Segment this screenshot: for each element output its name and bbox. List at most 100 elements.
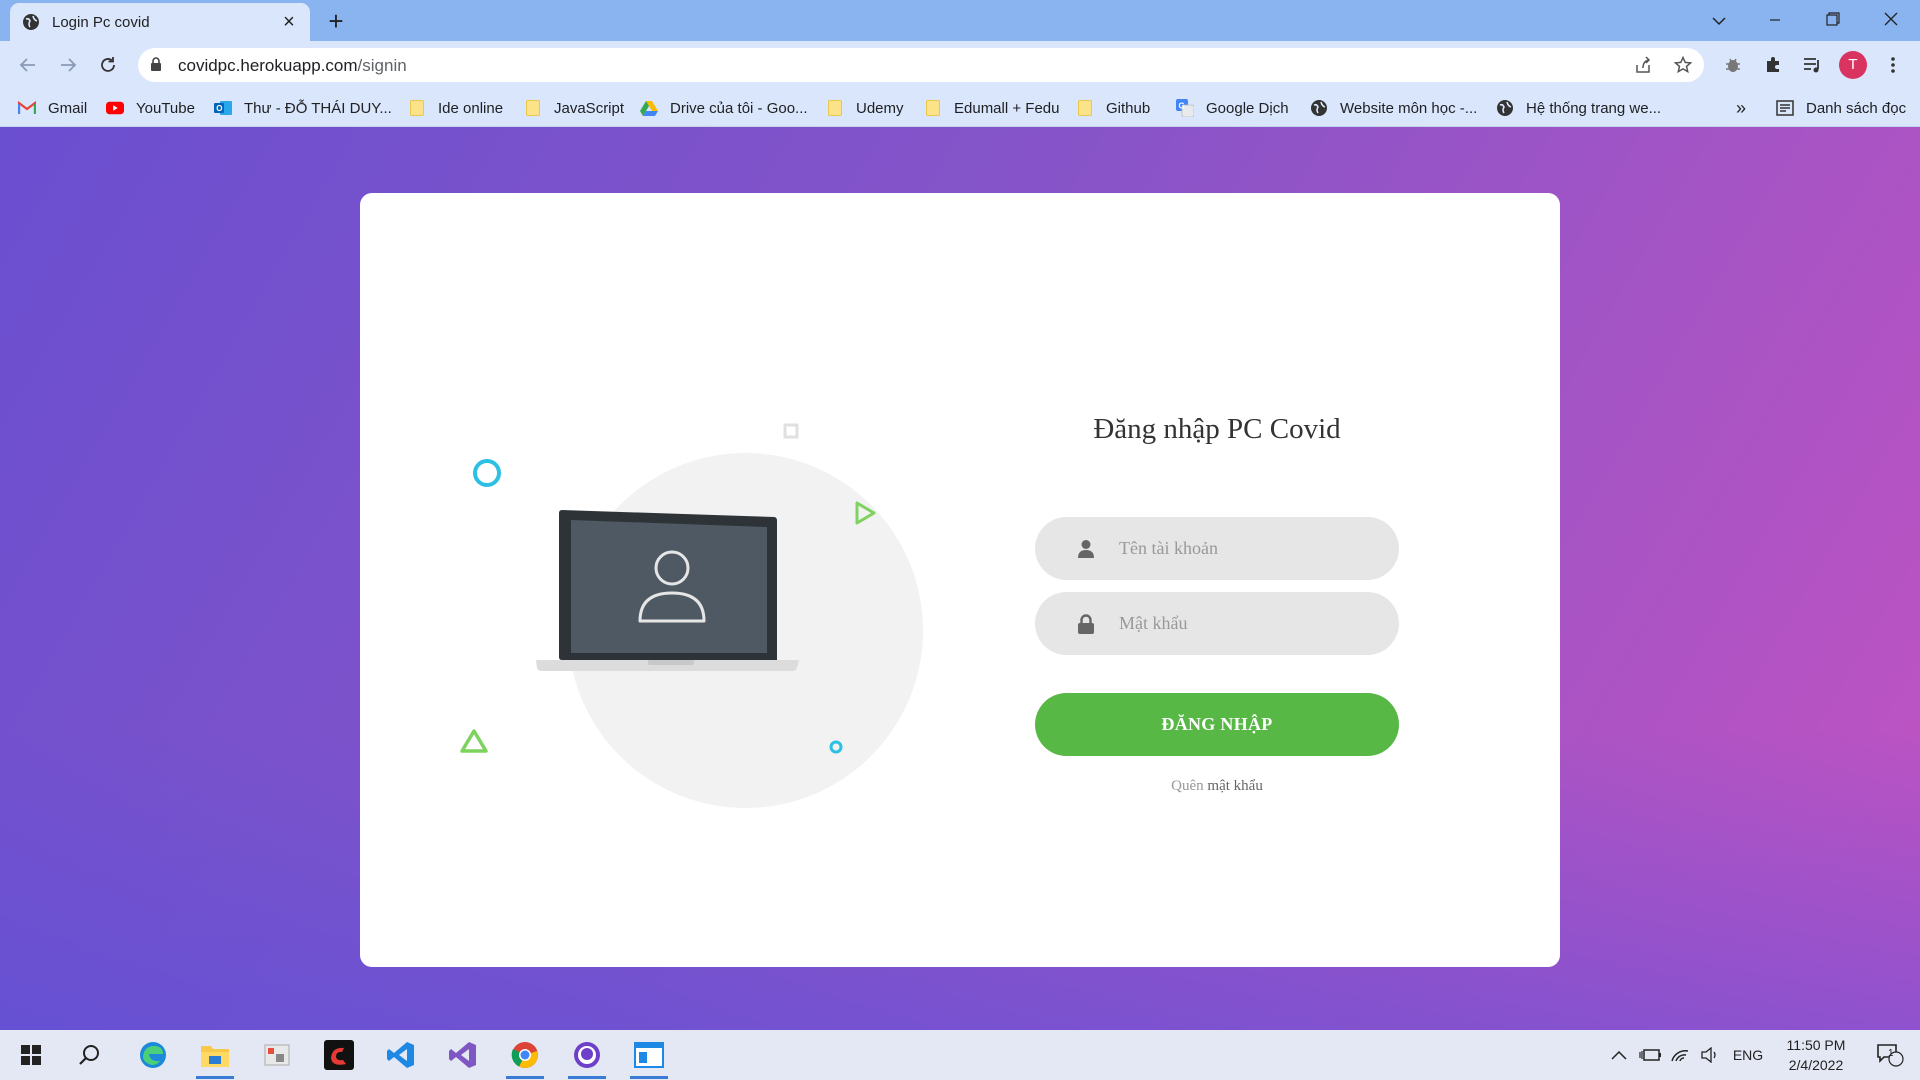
url-path: /signin [357, 56, 407, 75]
forgot-prefix: Quên [1171, 778, 1204, 794]
notification-center-icon[interactable]: 1 [1870, 1030, 1910, 1080]
reading-list-button[interactable]: Danh sách đọc [1776, 95, 1906, 121]
bookmark-label: Udemy [856, 99, 904, 117]
chrome-icon[interactable] [500, 1030, 550, 1080]
folder-icon [1076, 99, 1094, 117]
forgot-password-link[interactable]: mật khẩu [1207, 778, 1262, 794]
share-icon[interactable] [1633, 55, 1653, 75]
wifi-icon[interactable] [1666, 1030, 1694, 1080]
svg-text:G: G [1179, 102, 1185, 111]
bookmark-label: Github [1106, 99, 1151, 117]
drive-icon [640, 99, 658, 117]
clock-time: 11:50 PM [1786, 1037, 1846, 1053]
tray-chevron-up-icon[interactable] [1604, 1030, 1634, 1080]
bookmark-label: Thư - ĐỖ THÁI DUY... [244, 99, 392, 117]
visual-studio-icon[interactable] [438, 1030, 488, 1080]
reload-icon[interactable] [94, 51, 122, 79]
vscode-icon[interactable] [376, 1030, 426, 1080]
browser-toolbar: covidpc.herokuapp.com/signin T [0, 41, 1920, 89]
username-field[interactable] [1035, 517, 1399, 580]
folder-icon [826, 99, 844, 117]
login-card: Đăng nhập PC Covid ĐĂNG NHẬP Quên mật kh… [360, 193, 1560, 967]
page-background: Đăng nhập PC Covid ĐĂNG NHẬP Quên mật kh… [0, 127, 1920, 1030]
bookmark-label: Edumall + Fedu [954, 99, 1060, 117]
app-window-icon[interactable] [624, 1030, 674, 1080]
browser-tab[interactable]: Login Pc covid × [10, 3, 310, 41]
bookmark-ide-online[interactable]: Ide online [408, 95, 503, 121]
clock-date: 2/4/2022 [1788, 1057, 1844, 1073]
tab-search-chevron-icon[interactable] [1696, 6, 1742, 34]
bookmark-github[interactable]: Github [1076, 95, 1150, 121]
profile-avatar[interactable]: T [1839, 51, 1867, 79]
forgot-password: Quên mật khẩu [1035, 778, 1399, 795]
menu-kebab-icon[interactable] [1880, 52, 1906, 78]
reading-list-icon [1776, 99, 1794, 117]
bookmark-label: Drive của tôi - Goo... [670, 99, 808, 117]
address-bar[interactable]: covidpc.herokuapp.com/signin [138, 48, 1704, 82]
restore-button[interactable] [1810, 6, 1856, 34]
password-input[interactable] [1119, 592, 1379, 655]
username-input[interactable] [1119, 517, 1379, 580]
windows-taskbar: ENG 11:50 PM 2/4/2022 1 [0, 1030, 1920, 1080]
bookmark-gmail[interactable]: Gmail [18, 95, 87, 121]
bookmark-star-icon[interactable] [1673, 55, 1693, 75]
tab-title: Login Pc covid [52, 13, 150, 31]
file-explorer-icon[interactable] [190, 1030, 240, 1080]
language-indicator[interactable]: ENG [1728, 1030, 1768, 1080]
bookmark-udemy[interactable]: Udemy [826, 95, 904, 121]
browser-titlebar: Login Pc covid × + [0, 0, 1920, 41]
close-icon[interactable]: × [280, 12, 298, 32]
extension-bug-icon[interactable] [1720, 52, 1746, 78]
window-close-button[interactable] [1868, 6, 1914, 34]
battery-icon[interactable] [1636, 1030, 1664, 1080]
back-icon[interactable] [14, 51, 42, 79]
bookmark-google-translate[interactable]: G Google Dịch [1176, 95, 1289, 121]
reading-list-label: Danh sách đọc [1806, 99, 1907, 117]
bookmark-edumall[interactable]: Edumall + Fedu [924, 95, 1059, 121]
start-windows-icon[interactable] [6, 1030, 56, 1080]
login-form: Đăng nhập PC Covid ĐĂNG NHẬP Quên mật kh… [1035, 413, 1399, 795]
bookmark-label: Gmail [48, 99, 88, 117]
bookmark-he-thong[interactable]: Hệ thống trang we... [1496, 95, 1661, 121]
bookmark-label: JavaScript [554, 99, 625, 117]
bookmark-label: Ide online [438, 99, 504, 117]
outlook-icon: O [214, 99, 232, 117]
folder-icon [924, 99, 942, 117]
search-icon[interactable] [64, 1030, 114, 1080]
garena-app-icon[interactable] [314, 1030, 364, 1080]
bookmarks-bar: Gmail YouTube O Thư - ĐỖ THÁI DUY... Ide… [0, 89, 1920, 127]
minimize-button[interactable] [1752, 6, 1798, 34]
github-desktop-icon[interactable] [562, 1030, 612, 1080]
volume-icon[interactable] [1696, 1030, 1724, 1080]
system-clock[interactable]: 11:50 PM 2/4/2022 [1766, 1035, 1866, 1075]
login-button[interactable]: ĐĂNG NHẬP [1035, 693, 1399, 756]
folder-icon [408, 99, 426, 117]
youtube-icon [106, 99, 124, 117]
url-host: covidpc.herokuapp.com [178, 56, 358, 75]
bookmark-drive[interactable]: Drive của tôi - Goo... [640, 95, 808, 121]
media-control-icon[interactable] [1800, 52, 1826, 78]
paint-app-icon[interactable] [252, 1030, 302, 1080]
folder-icon [524, 99, 542, 117]
password-field[interactable] [1035, 592, 1399, 655]
bookmark-outlook[interactable]: O Thư - ĐỖ THÁI DUY... [214, 95, 392, 121]
bookmark-javascript[interactable]: JavaScript [524, 95, 624, 121]
bookmark-label: Google Dịch [1206, 99, 1289, 117]
lock-icon [1077, 614, 1095, 634]
forward-icon[interactable] [54, 51, 82, 79]
page-title: Đăng nhập PC Covid [1093, 413, 1341, 445]
more-bookmarks-button[interactable]: » [1736, 95, 1746, 121]
user-icon [1077, 539, 1095, 559]
translate-icon: G [1176, 99, 1194, 117]
globe-icon [22, 13, 40, 31]
bookmark-website-mon-hoc[interactable]: Website môn học -... [1310, 95, 1477, 121]
new-tab-button[interactable]: + [322, 8, 350, 36]
extensions-puzzle-icon[interactable] [1760, 52, 1786, 78]
bookmark-label: YouTube [136, 99, 195, 117]
laptop-illustration [460, 423, 876, 754]
globe-icon [1496, 99, 1514, 117]
edge-icon[interactable] [128, 1030, 178, 1080]
lock-icon[interactable] [150, 57, 162, 77]
bookmark-youtube[interactable]: YouTube [106, 95, 195, 121]
login-illustration [440, 393, 923, 808]
